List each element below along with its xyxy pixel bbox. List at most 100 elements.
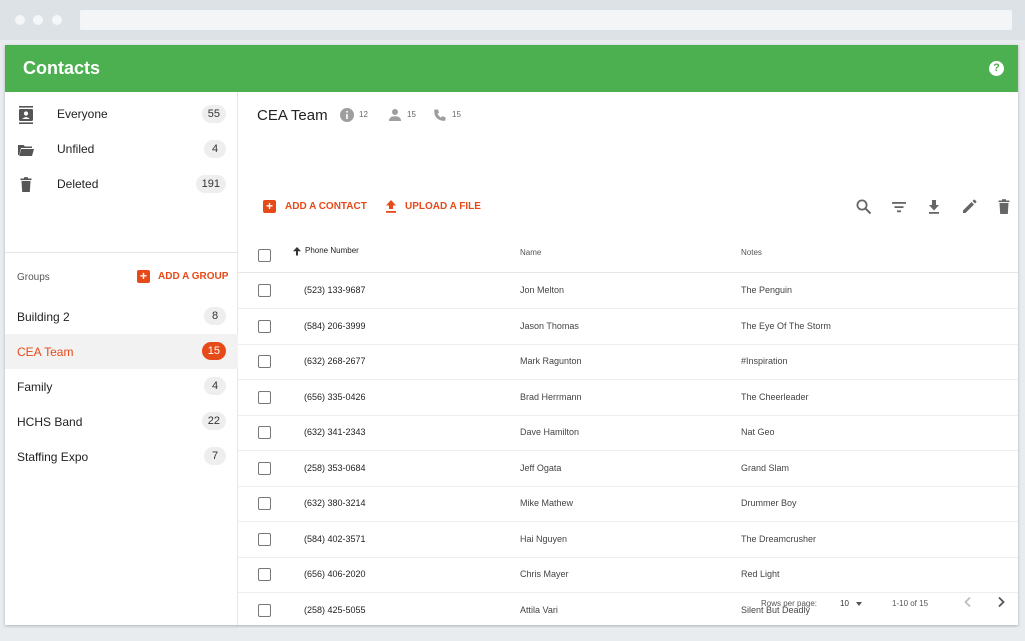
phone-stat: 15 [433, 108, 461, 124]
column-header-phone: Phone Number [305, 246, 359, 256]
group-label: Family [17, 380, 53, 394]
count-badge: 15 [201, 342, 226, 360]
phone-icon [434, 109, 446, 121]
folder-open-icon [17, 141, 35, 159]
count-badge: 4 [204, 377, 226, 395]
pagination: Rows per page: 10 1-10 of 15 [238, 583, 1018, 625]
group-item-cea-team[interactable]: CEA Team 15 [5, 334, 238, 369]
table-row[interactable]: (632) 341-2343 Dave Hamilton Nat Geo [238, 415, 1018, 451]
table-row[interactable]: (523) 133-9687 Jon Melton The Penguin [238, 273, 1018, 309]
person-count: 15 [407, 110, 416, 120]
group-label: CEA Team [17, 345, 74, 359]
info-count: 12 [359, 110, 368, 120]
cell-phone: (258) 353-0684 [304, 463, 366, 473]
sidebar-item-everyone[interactable]: Everyone 55 [5, 97, 238, 132]
select-all-checkbox[interactable] [258, 249, 271, 262]
table-row[interactable]: (632) 380-3214 Mike Mathew Drummer Boy [238, 486, 1018, 522]
page-title: CEA Team [257, 107, 328, 124]
cell-name: Chris Mayer [520, 569, 569, 579]
row-checkbox[interactable] [258, 462, 271, 475]
count-badge: 4 [204, 140, 226, 158]
table-row[interactable]: (584) 206-3999 Jason Thomas The Eye Of T… [238, 309, 1018, 345]
cell-notes: #Inspiration [741, 356, 788, 366]
cell-notes: Grand Slam [741, 463, 790, 473]
sidebar-item-deleted[interactable]: Deleted 191 [5, 167, 238, 202]
window-dot [52, 15, 62, 25]
add-contact-button[interactable]: + ADD A CONTACT [263, 200, 367, 216]
app-header: Contacts ? [5, 45, 1018, 92]
count-badge: 8 [204, 307, 226, 325]
cell-phone: (632) 380-3214 [304, 498, 366, 508]
person-icon [389, 109, 401, 121]
group-label: HCHS Band [17, 415, 83, 429]
row-checkbox[interactable] [258, 284, 271, 297]
help-icon[interactable]: ? [989, 61, 1004, 76]
table-row[interactable]: (584) 402-3571 Hai Nguyen The Dreamcrush… [238, 522, 1018, 558]
sidebar-item-label: Unfiled [57, 142, 95, 156]
row-checkbox[interactable] [258, 355, 271, 368]
sidebar-item-label: Deleted [57, 177, 99, 191]
sidebar-item-unfiled[interactable]: Unfiled 4 [5, 132, 238, 167]
group-label: Building 2 [17, 310, 70, 324]
window-dot [15, 15, 25, 25]
caret-down-icon[interactable] [856, 602, 862, 606]
arrow-up-icon [293, 247, 301, 256]
group-item-family[interactable]: Family 4 [5, 369, 238, 404]
sidebar-divider [5, 252, 238, 253]
count-badge: 7 [204, 447, 226, 465]
search-icon[interactable] [855, 198, 873, 216]
rows-per-page-select[interactable]: 10 [840, 599, 849, 608]
cell-name: Hai Nguyen [520, 534, 568, 544]
download-icon[interactable] [925, 198, 943, 216]
upload-file-button[interactable]: UPLOAD A FILE [385, 200, 481, 216]
table-row[interactable]: (632) 268-2677 Mark Ragunton #Inspiratio… [238, 344, 1018, 380]
cell-phone: (632) 268-2677 [304, 356, 366, 366]
chevron-right-icon[interactable] [994, 595, 1008, 609]
upload-icon [386, 200, 396, 213]
browser-chrome [0, 0, 1025, 40]
cell-phone: (656) 406-2020 [304, 569, 366, 579]
trash-icon [17, 176, 35, 194]
group-label: Staffing Expo [17, 450, 89, 464]
chevron-left-icon[interactable] [961, 595, 975, 609]
table-row[interactable]: (656) 335-0426 Brad Herrmann The Cheerle… [238, 380, 1018, 416]
table-row[interactable]: (258) 353-0684 Jeff Ogata Grand Slam [238, 451, 1018, 487]
row-checkbox[interactable] [258, 497, 271, 510]
cell-name: Jon Melton [520, 285, 565, 295]
contacts-icon [17, 106, 35, 124]
table-header: Phone Number Name Notes [238, 237, 1018, 273]
groups-heading: Groups [17, 272, 50, 283]
main-panel: CEA Team 12 15 15 + ADD A CONTACT UPLOAD… [238, 92, 1018, 629]
count-badge: 55 [201, 105, 226, 123]
url-bar[interactable] [80, 10, 1012, 30]
page-range: 1-10 of 15 [892, 599, 929, 608]
row-checkbox[interactable] [258, 391, 271, 404]
sidebar-item-label: Everyone [57, 107, 108, 121]
contacts-app: Contacts ? Everyone 55 Unfiled 4 Deleted… [5, 45, 1018, 629]
cell-notes: The Eye Of The Storm [741, 321, 831, 331]
delete-icon[interactable] [995, 198, 1013, 216]
group-item-hchs-band[interactable]: HCHS Band 22 [5, 404, 238, 439]
count-badge: 191 [195, 175, 226, 193]
cell-name: Jeff Ogata [520, 463, 562, 473]
sort-column-phone[interactable]: Phone Number [292, 246, 359, 256]
cell-name: Jason Thomas [520, 321, 579, 331]
cell-name: Mark Ragunton [520, 356, 582, 366]
group-item-staffing-expo[interactable]: Staffing Expo 7 [5, 439, 238, 474]
column-header-notes[interactable]: Notes [741, 248, 762, 257]
cell-phone: (656) 335-0426 [304, 392, 366, 402]
count-badge: 22 [201, 412, 226, 430]
edit-icon[interactable] [960, 198, 978, 216]
filter-icon[interactable] [890, 198, 908, 216]
group-item-building-2[interactable]: Building 2 8 [5, 299, 238, 334]
column-header-name[interactable]: Name [520, 248, 541, 257]
add-group-label: ADD A GROUP [158, 271, 229, 283]
row-checkbox[interactable] [258, 568, 271, 581]
plus-icon: + [263, 200, 276, 213]
cell-phone: (584) 402-3571 [304, 534, 366, 544]
cell-name: Dave Hamilton [520, 427, 580, 437]
row-checkbox[interactable] [258, 320, 271, 333]
add-group-button[interactable]: + ADD A GROUP [137, 270, 228, 286]
row-checkbox[interactable] [258, 426, 271, 439]
row-checkbox[interactable] [258, 533, 271, 546]
